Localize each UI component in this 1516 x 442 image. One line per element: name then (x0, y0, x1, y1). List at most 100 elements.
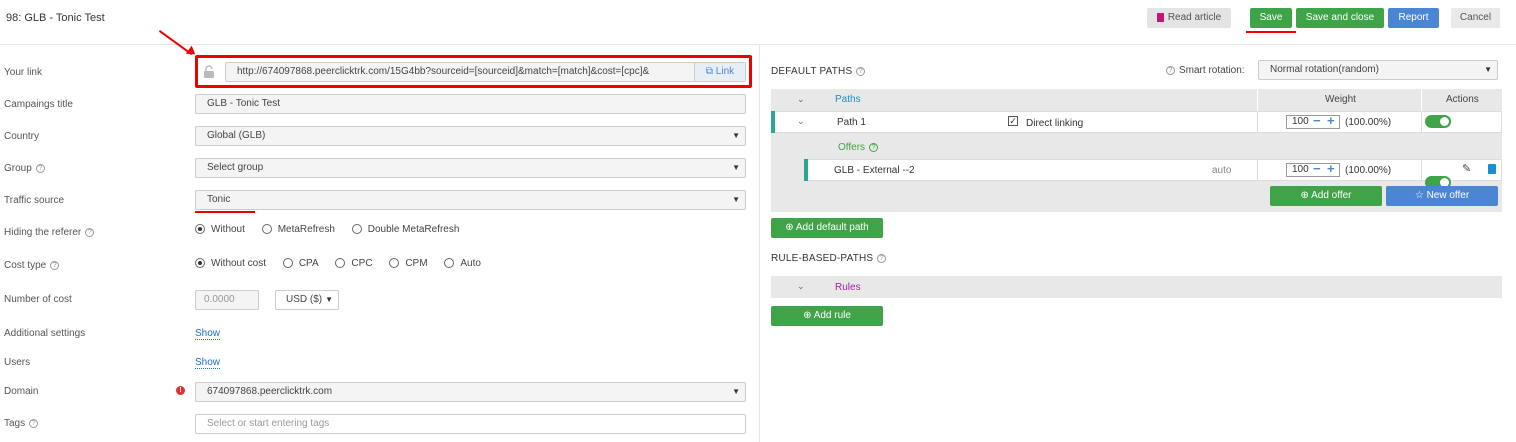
dropdown-caret-icon: ▼ (323, 291, 333, 309)
help-icon[interactable]: ? (869, 142, 879, 152)
plus-icon[interactable]: + (1327, 113, 1335, 128)
additional-settings-show-link[interactable]: Show (195, 328, 221, 340)
radio-cpa[interactable]: CPA (282, 258, 319, 269)
cost-input[interactable]: 0.0000 (195, 290, 259, 310)
radio-circle (389, 258, 400, 269)
plus-icon[interactable]: + (1327, 161, 1335, 176)
offer-marker (804, 159, 808, 181)
tags-label: Tags? (4, 418, 39, 429)
radio-circle (282, 258, 293, 269)
path-weight-percent: (100.00%) (1345, 117, 1392, 128)
campaign-title-input[interactable]: GLB - Tonic Test (195, 94, 746, 114)
help-icon[interactable]: ? (35, 163, 45, 173)
rules-label: Rules (835, 282, 861, 293)
path-toggle[interactable] (1425, 115, 1451, 128)
traffic-source-label: Traffic source (4, 195, 65, 206)
group-label: Group? (4, 163, 45, 174)
offer-name: GLB - External --2 (834, 165, 915, 176)
radio-circle (261, 224, 272, 235)
save-and-close-button[interactable]: Save and close (1296, 8, 1384, 28)
tags-input[interactable]: Select or start entering tags (195, 414, 746, 434)
expand-chevron-icon[interactable]: ⌄ (797, 116, 805, 127)
page-title: 98: GLB - Tonic Test (6, 12, 105, 24)
column-divider (1257, 159, 1258, 181)
dropdown-caret-icon: ▼ (1484, 65, 1492, 74)
offers-label: Offers? (838, 142, 879, 153)
radio-without[interactable]: Without (195, 224, 245, 235)
radio-without-cost[interactable]: Without cost (195, 258, 266, 269)
help-icon[interactable]: ? (856, 66, 866, 76)
dropdown-caret-icon: ▼ (732, 387, 740, 396)
collapse-chevron-icon[interactable]: ⌄ (797, 281, 805, 292)
cancel-button[interactable]: Cancel (1451, 8, 1500, 28)
warning-icon: ! (176, 386, 185, 395)
country-select[interactable]: Global (GLB) ▼ (195, 126, 746, 146)
radio-cpm[interactable]: CPM (389, 258, 428, 269)
radio-metarefresh[interactable]: MetaRefresh (261, 224, 335, 235)
domain-select[interactable]: 674097868.peerclicktrk.com ▼ (195, 382, 746, 402)
add-rule-button[interactable]: ⊕ Add rule (771, 306, 883, 326)
help-icon[interactable]: ? (50, 260, 60, 270)
rules-header[interactable] (771, 276, 1502, 298)
additional-settings-label: Additional settings (4, 328, 86, 339)
radio-circle (444, 258, 455, 269)
collapse-chevron-icon[interactable]: ⌄ (797, 94, 805, 105)
weight-column-header: Weight (1325, 94, 1356, 105)
read-article-button[interactable]: Read article (1147, 8, 1231, 28)
annotation-highlight-box (195, 55, 752, 88)
plus-circle-icon: ⊕ (785, 222, 794, 233)
column-divider (1421, 159, 1422, 181)
annotation-underline (1246, 31, 1296, 33)
plus-circle-icon: ⊕ (803, 310, 812, 321)
actions-column-header: Actions (1446, 94, 1479, 105)
smart-rotation-label: ? Smart rotation: (1166, 65, 1245, 76)
dropdown-caret-icon: ▼ (732, 131, 740, 140)
help-icon[interactable]: ? (1166, 65, 1175, 75)
direct-linking-label: Direct linking (1026, 118, 1084, 129)
users-label: Users (4, 357, 31, 368)
radio-double-metarefresh[interactable]: Double MetaRefresh (351, 224, 459, 235)
dropdown-caret-icon: ▼ (732, 163, 740, 172)
add-offer-button[interactable]: ⊕ Add offer (1270, 186, 1382, 206)
cost-type-group: Without cost CPA CPC CPM Auto (195, 258, 495, 269)
smart-rotation-select[interactable]: Normal rotation(random) ▼ (1258, 60, 1498, 80)
number-of-cost-label: Number of cost (4, 294, 72, 305)
radio-cpc[interactable]: CPC (335, 258, 373, 269)
direct-linking-checkbox[interactable]: ✓ (1008, 116, 1018, 126)
add-default-path-button[interactable]: ⊕ Add default path (771, 218, 883, 238)
cost-type-label: Cost type? (4, 260, 60, 271)
column-divider (1257, 89, 1258, 111)
radio-circle (335, 258, 346, 269)
path-name: Path 1 (837, 117, 866, 128)
edit-pencil-icon[interactable]: ✎ (1462, 162, 1471, 175)
help-icon[interactable]: ? (29, 418, 39, 428)
help-icon[interactable]: ? (877, 253, 887, 263)
help-icon[interactable]: ? (85, 227, 95, 237)
hiding-referer-label: Hiding the referer? (4, 227, 95, 238)
radio-circle (195, 224, 205, 235)
radio-auto[interactable]: Auto (444, 258, 481, 269)
delete-trash-icon[interactable] (1488, 164, 1496, 174)
panel-divider (759, 44, 760, 442)
radio-circle (195, 258, 205, 269)
currency-select[interactable]: USD ($) ▼ (275, 290, 339, 310)
plus-circle-icon: ⊕ (1300, 190, 1309, 201)
domain-label: Domain (4, 386, 39, 397)
traffic-source-select[interactable]: Tonic ▼ (195, 190, 746, 210)
annotation-underline (195, 211, 255, 213)
your-link-label: Your link (4, 67, 42, 78)
save-button[interactable]: Save (1250, 8, 1292, 28)
radio-circle (351, 224, 362, 235)
dropdown-caret-icon: ▼ (732, 195, 740, 204)
minus-icon[interactable]: − (1313, 161, 1321, 176)
path-row[interactable] (771, 111, 1502, 133)
minus-icon[interactable]: − (1313, 113, 1321, 128)
group-select[interactable]: Select group ▼ (195, 158, 746, 178)
column-divider (1421, 111, 1422, 133)
country-label: Country (4, 131, 40, 142)
column-divider (1257, 111, 1258, 133)
report-button[interactable]: Report (1388, 8, 1439, 28)
users-show-link[interactable]: Show (195, 357, 221, 369)
new-offer-button[interactable]: ☆ New offer (1386, 186, 1498, 206)
hiding-referer-group: Without MetaRefresh Double MetaRefresh (195, 224, 473, 235)
